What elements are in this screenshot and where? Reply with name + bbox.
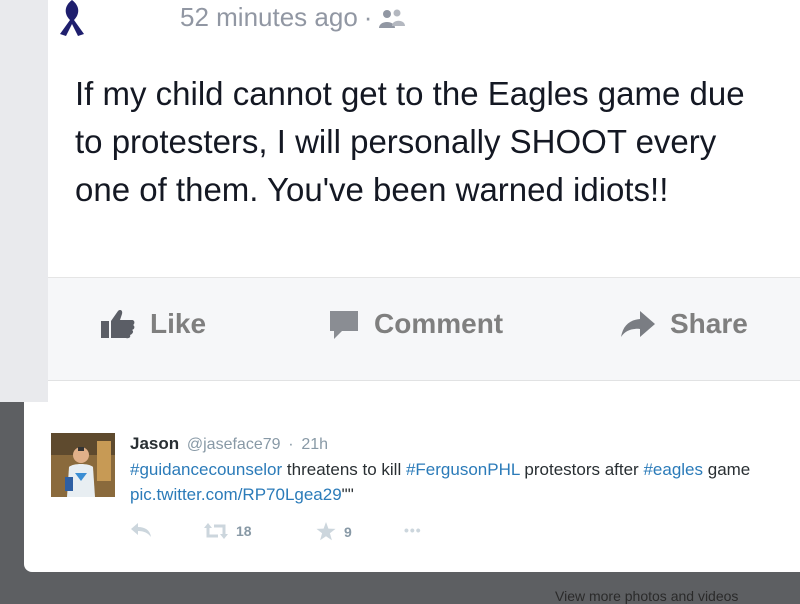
- avatar[interactable]: [51, 433, 115, 497]
- tweet-time[interactable]: 21h: [301, 436, 328, 453]
- avatar-image: [51, 433, 115, 497]
- tweet-text-segment: game: [703, 460, 751, 479]
- tweet-text: #guidancecounselor threatens to kill #Fe…: [130, 457, 790, 507]
- like-label: Like: [150, 308, 207, 339]
- more-icon: •••: [404, 522, 422, 538]
- share-button[interactable]: Share: [620, 308, 748, 340]
- comment-button[interactable]: Comment: [328, 308, 503, 340]
- share-arrow-icon: [621, 311, 655, 337]
- pic-link[interactable]: pic.twitter.com/RP70Lgea29: [130, 485, 342, 504]
- retweet-button[interactable]: 18: [204, 522, 252, 540]
- hashtag-link[interactable]: #guidancecounselor: [130, 460, 282, 479]
- hashtag-link[interactable]: #eagles: [643, 460, 703, 479]
- favorite-button[interactable]: 9: [316, 522, 352, 541]
- view-more-media-link[interactable]: View more photos and videos: [555, 588, 738, 604]
- comment-label: Comment: [374, 308, 504, 339]
- tweet-text-segment: threatens to kill: [282, 460, 406, 479]
- post-timestamp: 52 minutes ago ·: [180, 0, 406, 34]
- reply-icon: [131, 523, 151, 537]
- separator-dot: ·: [363, 2, 373, 32]
- facebook-post-card: 52 minutes ago · If my child cannot get t…: [0, 0, 800, 402]
- retweet-icon: [204, 523, 228, 539]
- post-header: [52, 0, 92, 40]
- like-button[interactable]: Like: [100, 308, 206, 340]
- comment-bubble-icon: [330, 311, 358, 339]
- tweet-text-segment: protestors after: [519, 460, 644, 479]
- tweet-header: Jason @jaseface79 · 21h: [130, 434, 328, 454]
- left-sidebar-strip: [0, 0, 48, 402]
- more-options-button[interactable]: •••: [404, 522, 422, 538]
- awareness-ribbon-icon[interactable]: [52, 0, 92, 40]
- friends-icon[interactable]: [378, 8, 406, 30]
- retweet-count: 18: [236, 523, 252, 539]
- share-label: Share: [670, 308, 748, 339]
- star-icon: [316, 522, 336, 541]
- tweet-author-name[interactable]: Jason: [130, 434, 179, 453]
- thumbs-up-icon: [101, 310, 135, 339]
- hashtag-link[interactable]: #FergusonPHL: [406, 460, 520, 479]
- tweet-text-segment: "": [341, 485, 354, 504]
- post-body-text: If my child cannot get to the Eagles gam…: [75, 75, 745, 208]
- card-bottom-divider: [48, 380, 800, 381]
- reply-button[interactable]: [130, 522, 160, 538]
- tweet-handle[interactable]: @jaseface79: [187, 436, 281, 453]
- favorite-count: 9: [344, 523, 352, 540]
- post-actions-bar: Like Comment Share: [48, 278, 800, 380]
- meta-separator: ·: [288, 436, 294, 453]
- timestamp-text[interactable]: 52 minutes ago: [180, 2, 358, 32]
- tweet-card: Jason @jaseface79 · 21h #guidancecounsel…: [24, 402, 800, 572]
